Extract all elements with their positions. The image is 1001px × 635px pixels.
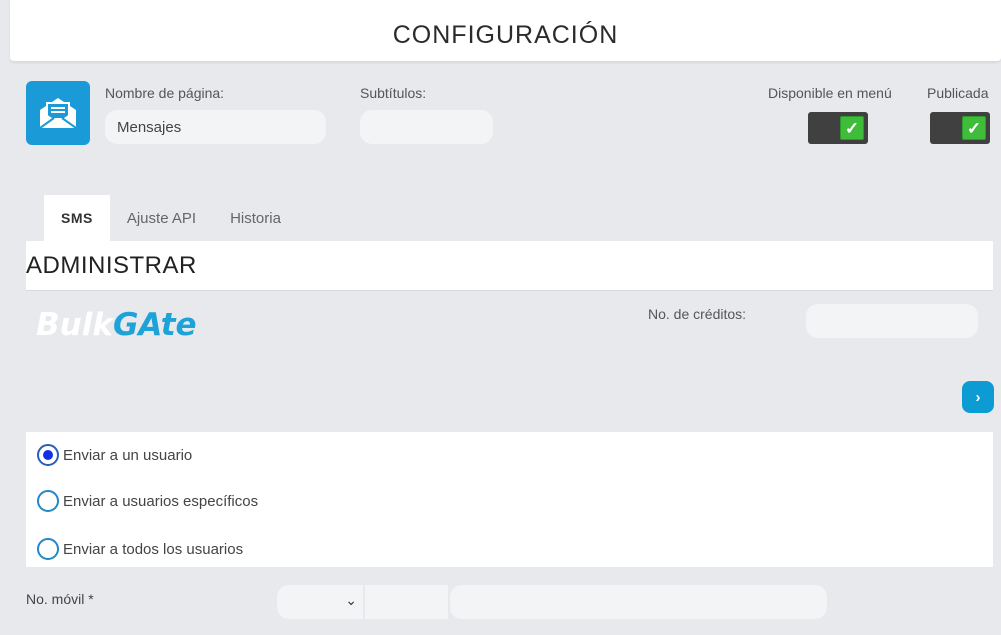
credits-label: No. de créditos: [648,306,747,322]
next-button[interactable]: › [962,381,994,413]
radio-button[interactable] [37,538,59,560]
envelope-open-icon [26,81,90,145]
subtitles-input[interactable] [360,110,493,144]
tab-api-settings[interactable]: Ajuste API [110,195,213,241]
check-icon: ✓ [962,116,986,140]
radio-button[interactable] [37,444,59,466]
chevron-right-icon: › [975,388,981,406]
page-name-input[interactable]: Mensajes [105,110,326,144]
tab-label: Ajuste API [126,209,197,227]
subtitles-label: Subtítulos: [360,85,427,101]
radio-label: Enviar a todos los usuarios [63,540,244,558]
page-title: CONFIGURACIÓN [392,21,619,49]
published-toggle[interactable]: ✓ [930,112,990,144]
menu-available-label: Disponible en menú [768,85,892,101]
radio-label: Enviar a usuarios específicos [63,492,259,510]
tab-label: Historia [230,209,281,227]
radio-option-all-users[interactable]: Enviar a todos los usuarios [37,538,243,560]
page-header: CONFIGURACIÓN [10,0,1001,62]
radio-label: Enviar a un usuario [63,446,193,464]
radio-option-single-user[interactable]: Enviar a un usuario [37,444,192,466]
bulkgate-logo: BulkGAte [36,307,197,343]
page: CONFIGURACIÓN Nombre de página: Mensajes… [0,0,1001,635]
check-icon: ✓ [840,116,864,140]
page-name-value: Mensajes [117,118,182,136]
chevron-down-icon: ⌄ [345,592,357,608]
mobile-number-label: No. móvil * [26,591,94,607]
logo-part2: GAte [112,307,197,343]
radio-option-specific-users[interactable]: Enviar a usuarios específicos [37,490,258,512]
credits-field [806,304,978,338]
menu-available-toggle[interactable]: ✓ [808,112,868,144]
tab-history[interactable]: Historia [213,195,298,241]
tab-label: SMS [61,210,93,226]
page-name-label: Nombre de página: [105,85,225,101]
published-label: Publicada [927,85,989,101]
admin-section-header: ADMINISTRAR [26,241,993,291]
tab-bar: SMS Ajuste API Historia [44,195,298,241]
logo-part1: Bulk [36,307,113,343]
radio-button[interactable] [37,490,59,512]
prefix-input[interactable] [365,585,448,619]
tab-sms[interactable]: SMS [44,195,110,241]
country-code-select[interactable]: ⌄ [277,585,363,619]
recipient-options: Enviar a un usuario Enviar a usuarios es… [26,432,993,567]
admin-title: ADMINISTRAR [26,251,197,279]
mobile-number-input[interactable] [450,585,827,619]
